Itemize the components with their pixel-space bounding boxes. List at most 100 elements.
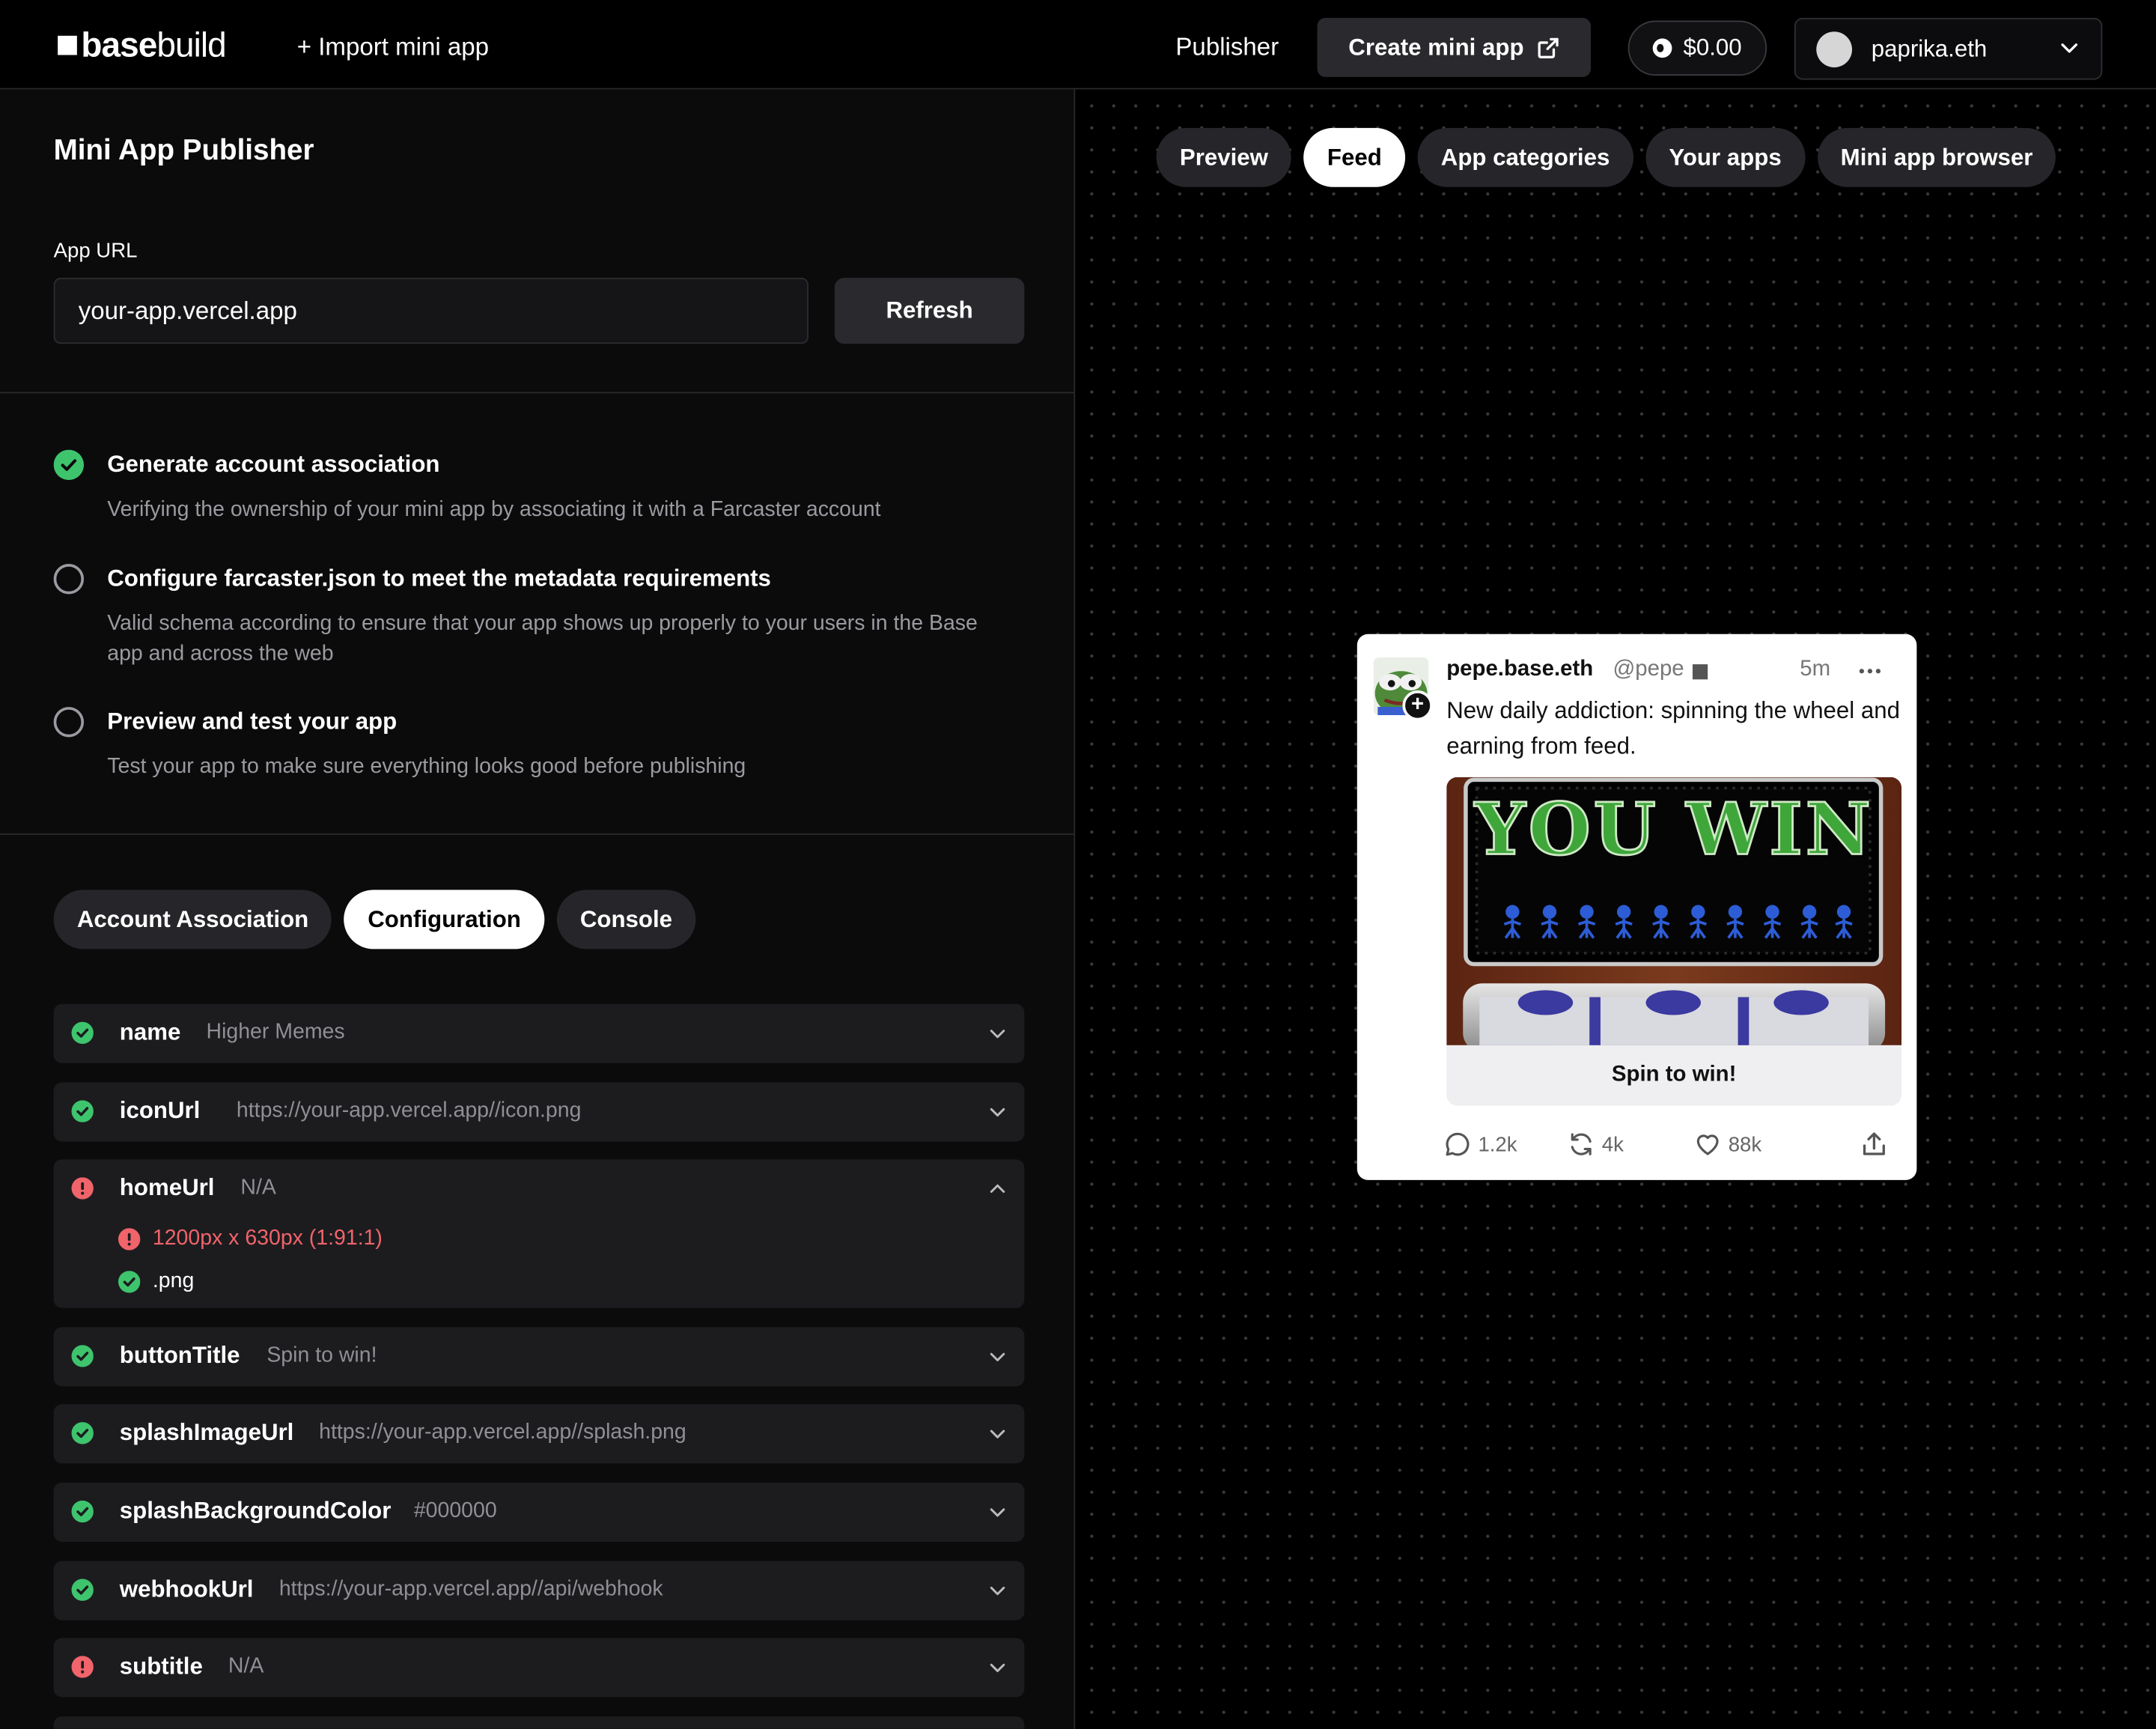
follow-plus-icon[interactable]: + <box>1402 690 1433 721</box>
logo-text-light: build <box>156 25 226 64</box>
chevron-down-icon <box>990 1587 1005 1596</box>
step-title: Configure farcaster.json to meet the met… <box>107 565 771 592</box>
field-key: webhookUrl <box>119 1575 254 1602</box>
field-value: https://your-app.vercel.app//splash.png <box>319 1420 686 1444</box>
field-key: iconUrl <box>119 1097 201 1124</box>
check-circle-icon <box>71 1578 94 1601</box>
recast-action[interactable]: 4k <box>1568 1131 1624 1158</box>
validation-check-dimensions: 1200px x 630px (1:91:1) <box>118 1227 383 1251</box>
page-title: Mini App Publisher <box>53 134 314 167</box>
tab-preview[interactable]: Preview <box>1156 127 1292 187</box>
field-value: N/A <box>228 1654 264 1678</box>
heart-icon <box>1696 1134 1719 1155</box>
field-key: splashImageUrl <box>119 1419 294 1446</box>
validation-text: 1200px x 630px (1:91:1) <box>152 1227 383 1251</box>
field-key: homeUrl <box>119 1174 215 1201</box>
chevron-down-icon <box>2061 43 2078 53</box>
tab-your-apps[interactable]: Your apps <box>1645 127 1805 187</box>
field-value: https://your-app.vercel.app//api/webhook <box>278 1577 663 1601</box>
import-mini-app-link[interactable]: + Import mini app <box>297 33 489 62</box>
chevron-down-icon <box>990 1352 1005 1361</box>
tab-console[interactable]: Console <box>556 890 696 949</box>
balance-pill[interactable]: $0.00 <box>1627 20 1767 76</box>
field-row-splashbackgroundcolor[interactable]: splashBackgroundColor #000000 <box>53 1482 1025 1542</box>
recast-count: 4k <box>1601 1132 1624 1156</box>
field-row-partial[interactable] <box>53 1716 1025 1729</box>
publisher-panel: Mini App Publisher App URL Refresh Gener… <box>0 89 1076 1729</box>
avatar <box>1816 31 1853 67</box>
chevron-down-icon <box>990 1508 1005 1517</box>
recast-icon <box>1571 1133 1592 1155</box>
field-row-subtitle[interactable]: subtitle N/A <box>53 1638 1025 1698</box>
field-row-name[interactable]: name Higher Memes <box>53 1003 1025 1063</box>
field-value: #000000 <box>413 1499 497 1523</box>
alert-circle-icon <box>71 1656 94 1678</box>
check-circle-icon <box>118 1271 141 1293</box>
preview-tabs: Preview Feed App categories Your apps Mi… <box>1156 127 2056 187</box>
tab-configuration[interactable]: Configuration <box>344 890 545 949</box>
field-value: Higher Memes <box>206 1020 345 1045</box>
check-circle-icon <box>71 1422 94 1444</box>
field-key: subtitle <box>119 1653 203 1680</box>
account-dropdown[interactable]: paprika.eth <box>1794 17 2103 80</box>
step-title: Preview and test your app <box>107 708 398 735</box>
account-name: paprika.eth <box>1871 34 1988 61</box>
step-description: Valid schema according to ensure that yo… <box>107 612 978 666</box>
cast-username[interactable]: pepe.base.eth <box>1446 657 1593 682</box>
create-mini-app-label: Create mini app <box>1348 33 1524 60</box>
more-options-icon[interactable] <box>1857 661 1882 681</box>
tab-app-categories[interactable]: App categories <box>1417 127 1633 187</box>
tab-mini-app-browser[interactable]: Mini app browser <box>1817 127 2056 187</box>
chevron-up-icon <box>990 1184 1005 1193</box>
app-url-label: App URL <box>53 239 138 263</box>
preview-panel: Preview Feed App categories Your apps Mi… <box>1075 89 2156 1729</box>
step-description: Test your app to make sure everything lo… <box>107 755 746 779</box>
app-url-input[interactable] <box>53 278 808 344</box>
logo-square-icon <box>58 35 77 55</box>
publisher-link[interactable]: Publisher <box>1175 33 1279 62</box>
alert-circle-icon <box>71 1177 94 1200</box>
share-icon <box>1863 1132 1885 1155</box>
field-row-buttontitle[interactable]: buttonTitle Spin to win! <box>53 1327 1025 1387</box>
empty-circle-icon <box>53 707 85 738</box>
cast-card: + pepe.base.eth @pepe 5m New daily addic… <box>1356 633 1917 1180</box>
profile-picture[interactable]: + <box>1373 657 1433 721</box>
field-value: Spin to win! <box>267 1343 377 1367</box>
step-title: Generate account association <box>107 451 440 478</box>
reply-action[interactable]: 1.2k <box>1444 1131 1517 1158</box>
divider <box>0 833 1074 835</box>
like-action[interactable]: 88k <box>1694 1131 1761 1158</box>
basebuild-logo[interactable]: base build <box>58 25 227 64</box>
field-value: N/A <box>240 1176 276 1200</box>
tab-feed[interactable]: Feed <box>1303 127 1406 187</box>
cast-timestamp: 5m <box>1800 657 1831 681</box>
validation-text: .png <box>152 1269 195 1293</box>
step-description: Verifying the ownership of your mini app… <box>107 497 881 522</box>
field-row-webhookurl[interactable]: webhookUrl https://your-app.vercel.app//… <box>53 1561 1025 1620</box>
field-key: splashBackgroundColor <box>119 1498 392 1525</box>
cast-actions: 1.2k 4k 88k <box>1444 1131 1898 1161</box>
mini-app-embed[interactable]: YOU WIN Spin to win! <box>1446 777 1902 1106</box>
you-win-headline: YOU WIN <box>1473 787 1874 873</box>
external-link-icon <box>1538 37 1559 58</box>
tab-account-association[interactable]: Account Association <box>53 890 332 949</box>
refresh-button[interactable]: Refresh <box>834 278 1025 344</box>
divider <box>0 392 1074 394</box>
field-row-splashimageurl[interactable]: splashImageUrl https://your-app.vercel.a… <box>53 1404 1025 1464</box>
field-key: name <box>119 1018 181 1045</box>
create-mini-app-button[interactable]: Create mini app <box>1317 17 1592 77</box>
check-circle-icon <box>53 449 85 481</box>
top-bar: base build + Import mini app Publisher Cr… <box>0 0 2156 90</box>
check-circle-icon <box>71 1345 94 1367</box>
check-circle-icon <box>71 1100 94 1122</box>
chevron-down-icon <box>990 1107 1005 1117</box>
alert-circle-icon <box>118 1228 141 1251</box>
chevron-down-icon <box>990 1030 1005 1039</box>
spin-to-win-button[interactable]: Spin to win! <box>1446 1045 1901 1106</box>
field-row-iconurl[interactable]: iconUrl https://your-app.vercel.app//ico… <box>53 1082 1025 1142</box>
validation-check-format: .png <box>118 1269 194 1294</box>
field-row-homeurl[interactable]: homeUrl N/A 1200px x 630px (1:91:1) .png <box>53 1159 1025 1308</box>
cast-text: New daily addiction: spinning the wheel … <box>1446 697 1901 759</box>
share-action[interactable] <box>1860 1131 1895 1158</box>
field-key: buttonTitle <box>119 1342 240 1369</box>
